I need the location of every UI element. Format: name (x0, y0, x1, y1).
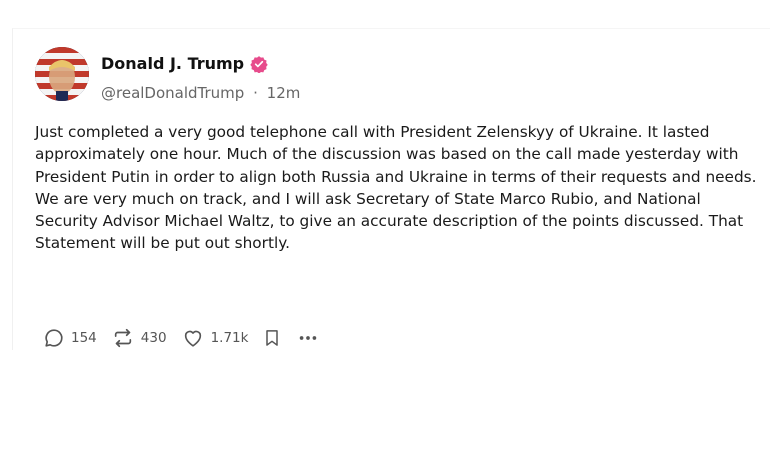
like-count: 1.71k (210, 330, 249, 346)
post-card: Donald J. Trump @realDonaldTrump · 12m J… (12, 28, 770, 350)
repost-icon (114, 328, 131, 348)
reply-icon (45, 329, 63, 347)
more-button[interactable] (296, 327, 320, 349)
post-time[interactable]: 12m (267, 84, 301, 102)
avatar-image (35, 47, 89, 101)
bookmark-icon (266, 330, 279, 346)
like-button[interactable]: 1.71k (181, 327, 249, 349)
author-name-row: Donald J. Trump (101, 54, 268, 74)
heart-icon (184, 330, 201, 347)
verified-badge-icon (250, 55, 268, 74)
repost-button[interactable]: 430 (111, 327, 167, 349)
avatar[interactable] (35, 47, 89, 101)
bookmark-button[interactable] (262, 327, 282, 349)
reply-button[interactable]: 154 (43, 327, 97, 349)
author-handle[interactable]: @realDonaldTrump (101, 84, 244, 102)
repost-count: 430 (140, 330, 167, 346)
post-text: Just completed a very good telephone cal… (35, 123, 757, 253)
post-actions: 154 430 1.71k (43, 327, 334, 349)
author-display-name[interactable]: Donald J. Trump (101, 54, 244, 73)
reply-count: 154 (71, 330, 97, 346)
more-icon (300, 336, 317, 340)
handle-separator: · (253, 84, 258, 102)
author-handle-row: @realDonaldTrump · 12m (101, 84, 300, 102)
